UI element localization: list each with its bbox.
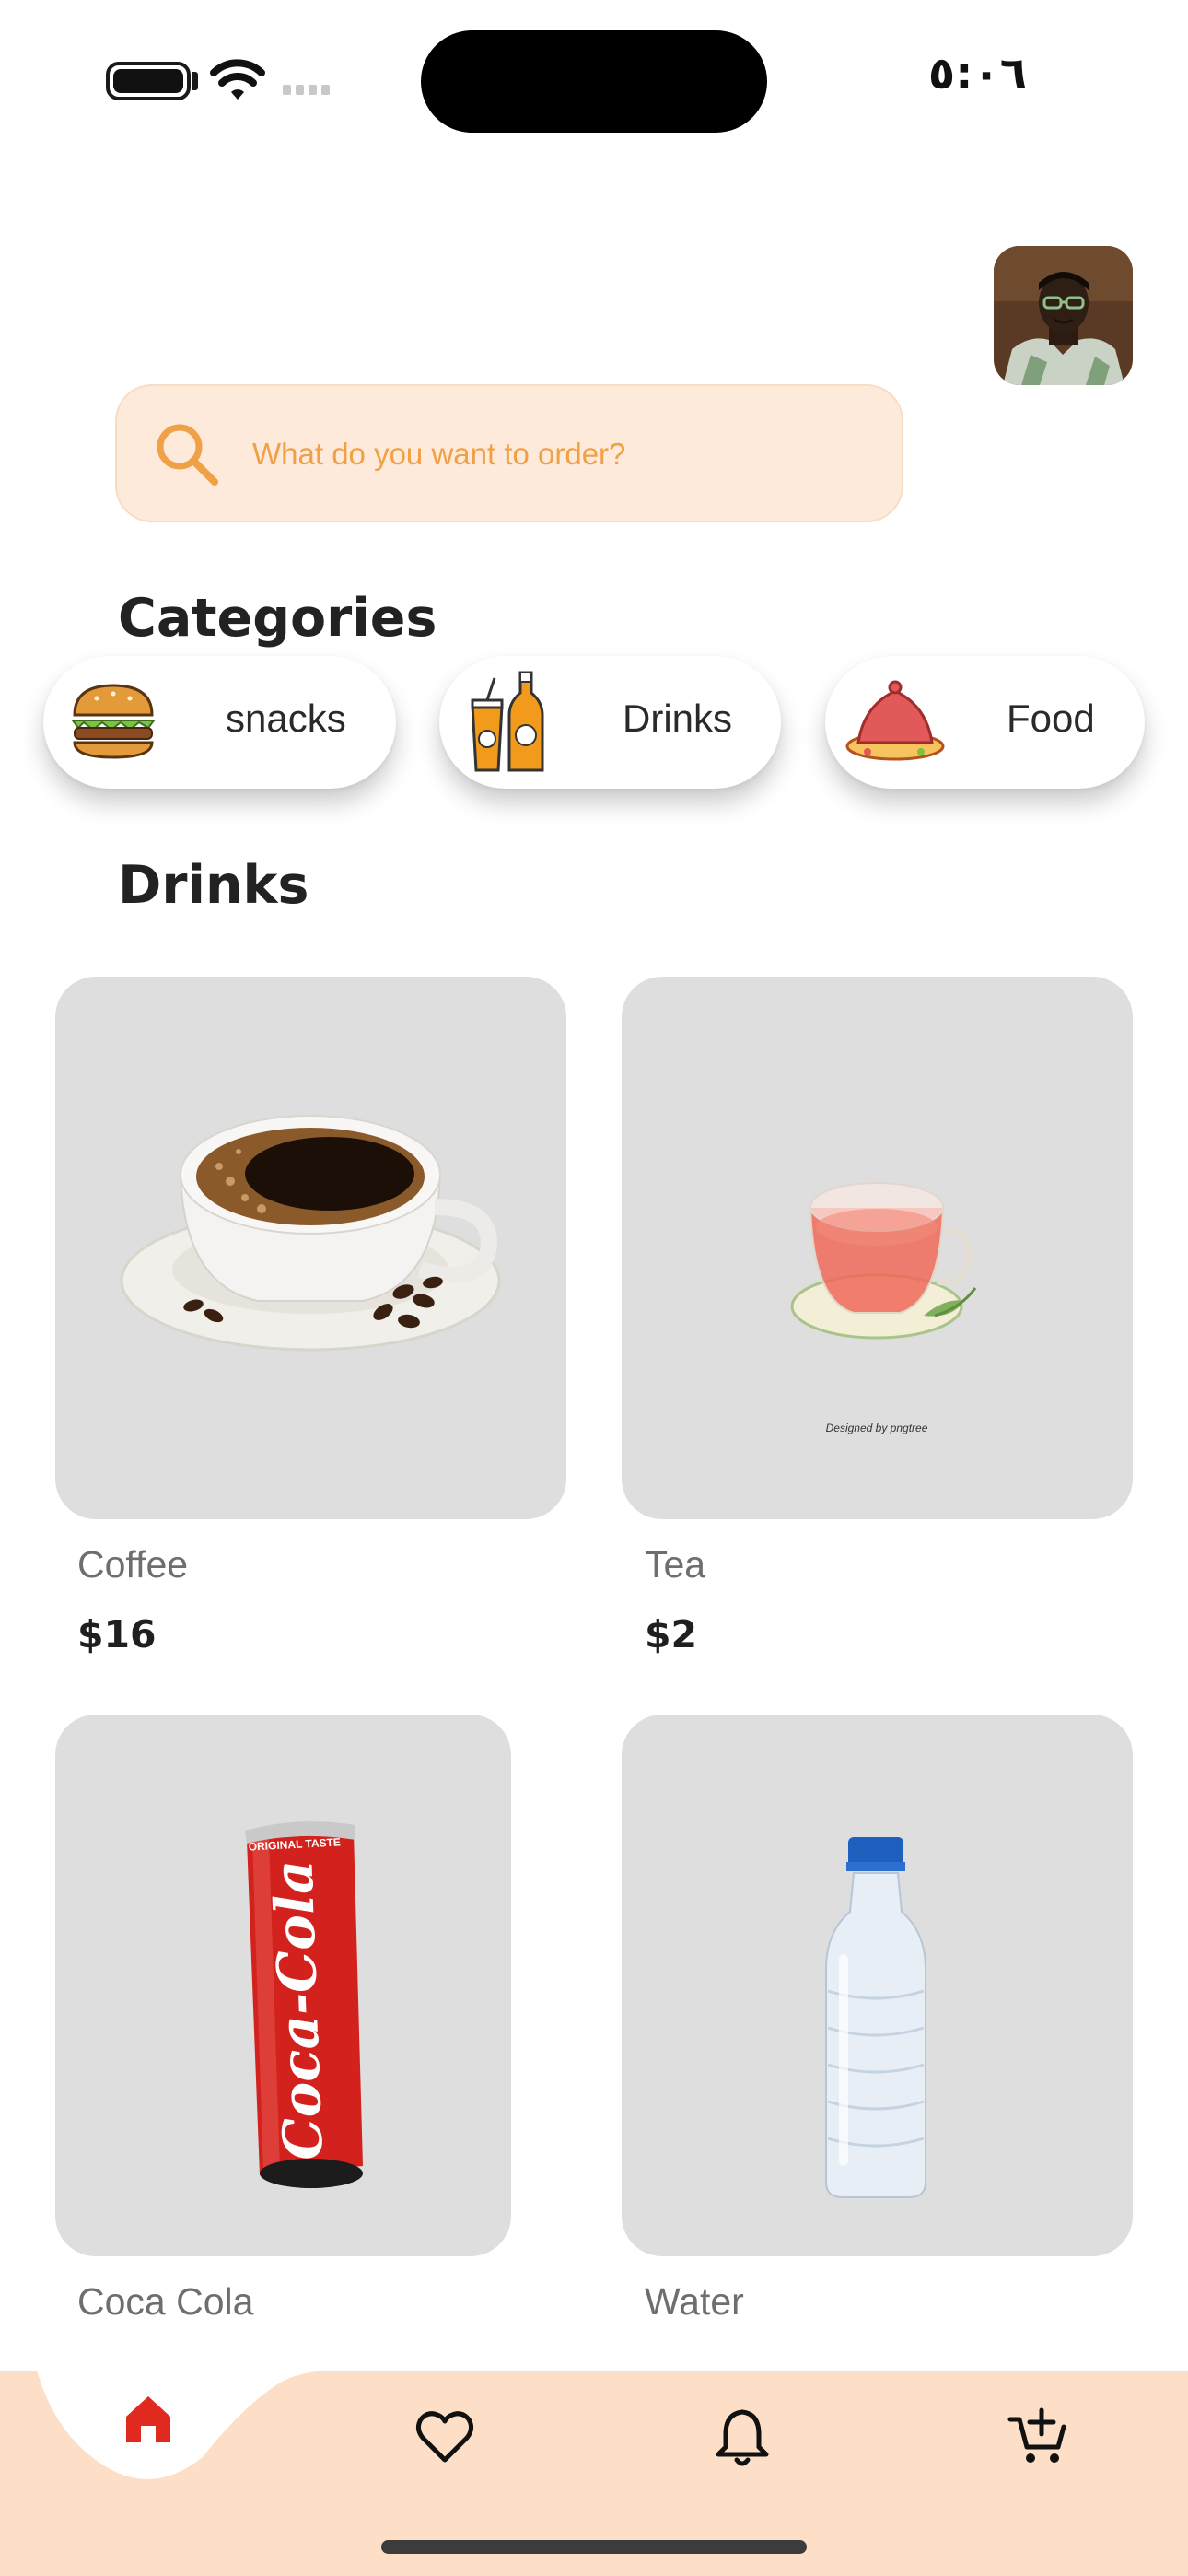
nav-favorites-button[interactable] — [412, 2405, 478, 2471]
status-time: ٥:٠٦ — [927, 48, 1027, 100]
tea-image-caption: Designed by pngtree — [826, 1422, 928, 1434]
category-chip-snacks[interactable]: snacks — [43, 656, 396, 789]
product-card-tea[interactable]: Designed by pngtree — [622, 977, 1133, 1519]
avatar[interactable] — [994, 246, 1133, 385]
burger-icon — [71, 684, 156, 759]
coffee-cup-image — [120, 1115, 501, 1352]
drinks-icon — [471, 671, 544, 772]
wifi-icon — [210, 59, 265, 100]
search-bar[interactable] — [115, 384, 903, 522]
category-chip-drinks[interactable]: Drinks — [439, 656, 781, 789]
nav-notifications-button[interactable] — [709, 2405, 775, 2471]
dynamic-island — [421, 30, 767, 133]
nav-home-button[interactable] — [93, 2363, 204, 2474]
categories-title: Categories — [118, 588, 437, 649]
search-input[interactable] — [250, 423, 862, 486]
tagine-food-icon — [845, 680, 945, 761]
signal-icon — [283, 85, 330, 95]
product-price-tea: $2 — [645, 1612, 698, 1657]
tea-cup-image: Designed by pngtree — [790, 1182, 977, 1434]
category-chip-food[interactable]: Food — [825, 656, 1145, 789]
search-icon — [157, 424, 218, 486]
heart-icon — [415, 2411, 474, 2463]
product-price-coffee: $16 — [77, 1612, 157, 1657]
product-card-coca-cola[interactable]: Coca-Cola ORIGINAL TASTE — [55, 1715, 511, 2256]
product-name-water: Water — [645, 2280, 744, 2323]
coca-cola-can-logo: Coca-Cola — [262, 1858, 334, 2160]
product-name-coca-cola: Coca Cola — [77, 2280, 254, 2323]
battery-icon — [106, 62, 191, 100]
battery-tip — [192, 72, 198, 90]
category-label-drinks: Drinks — [623, 697, 733, 740]
product-card-coffee[interactable] — [55, 977, 566, 1519]
water-bottle-image — [825, 1837, 926, 2198]
home-indicator — [381, 2540, 807, 2554]
category-label-food: Food — [1007, 697, 1095, 740]
category-label-snacks: snacks — [226, 697, 346, 740]
product-name-coffee: Coffee — [77, 1543, 189, 1586]
avatar-photo — [994, 246, 1133, 385]
section-title: Drinks — [118, 855, 309, 916]
product-card-water[interactable] — [622, 1715, 1133, 2256]
cart-add-icon — [1007, 2407, 1066, 2463]
coca-cola-can-image: Coca-Cola ORIGINAL TASTE — [245, 1821, 363, 2188]
nav-cart-button[interactable] — [1005, 2403, 1071, 2469]
product-name-tea: Tea — [645, 1543, 706, 1586]
home-icon — [126, 2396, 170, 2442]
bell-icon — [716, 2409, 769, 2466]
